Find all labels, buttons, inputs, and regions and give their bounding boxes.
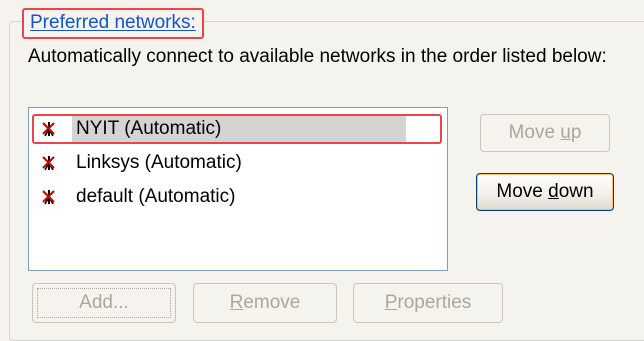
move-down-button[interactable]: Move down [476,173,614,211]
move-up-label-post: p [570,122,582,143]
wireless-network-unavailable-icon [42,122,55,137]
properties-button[interactable]: Properties [353,283,503,323]
properties-mnemonic: P [384,292,398,313]
network-name: Linksys (Automatic) [76,152,242,173]
move-down-mnemonic: d [548,181,559,202]
remove-mnemonic: R [229,292,244,313]
preferred-networks-list[interactable]: NYIT (Automatic) Linksys (Automatic) def… [28,107,448,271]
wireless-network-unavailable-icon [42,190,55,205]
move-up-label-pre: Move [508,122,561,143]
add-button[interactable]: Add... [32,283,176,323]
preferred-networks-legend: Preferred networks: [22,8,204,39]
move-up-button[interactable]: Move up [480,114,610,152]
move-up-mnemonic: u [560,122,571,143]
remove-label-post: emove [243,292,301,313]
network-item-linksys[interactable]: Linksys (Automatic) [32,148,442,178]
wireless-network-unavailable-icon [42,156,55,171]
network-name: NYIT (Automatic) [72,116,406,142]
properties-label-post: roperties [397,292,472,313]
preferred-networks-label: Preferred networks: [30,12,196,33]
move-down-label-post: own [558,181,594,202]
focus-ring [37,288,171,318]
remove-button[interactable]: Remove [193,283,337,323]
network-item-default[interactable]: default (Automatic) [32,182,442,212]
move-down-label-pre: Move [496,181,549,202]
preferred-networks-description: Automatically connect to available netwo… [28,46,607,67]
network-name: default (Automatic) [76,186,236,207]
network-item-nyit[interactable]: NYIT (Automatic) [32,114,442,144]
